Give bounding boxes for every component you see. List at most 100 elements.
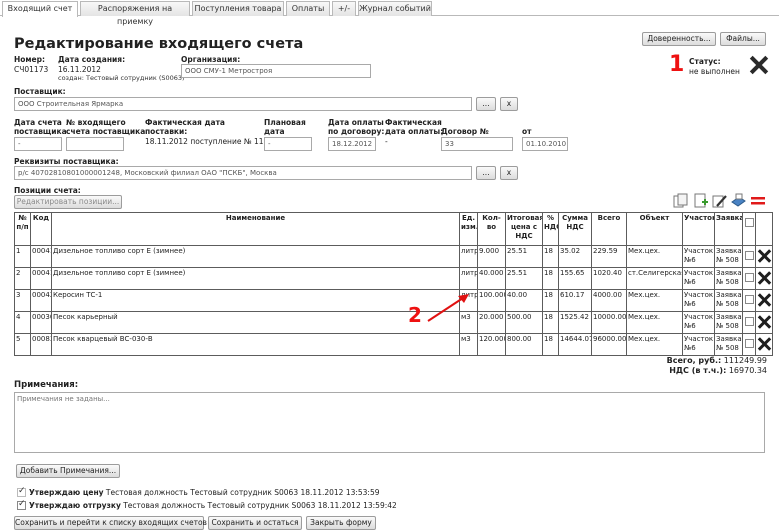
col-qty: Кол-во <box>477 212 506 246</box>
cell-request: Заявка № 508 <box>714 267 743 290</box>
table-row: 4 00030 Песок карьерный м3 20.000 500.00… <box>14 311 773 334</box>
edit-positions-button[interactable]: Редактировать позиции... <box>14 195 122 209</box>
cell-qty: 100.000 <box>477 289 506 312</box>
col-code: Код <box>30 212 52 246</box>
cell-num: 1 <box>14 245 31 268</box>
contract-pay-label: Дата оплаты по договору: <box>328 118 385 136</box>
positions-label: Позиции счета: <box>14 186 81 195</box>
cell-num: 3 <box>14 289 31 312</box>
delete-row-icon[interactable] <box>757 249 771 263</box>
requisites-field[interactable]: р/с 40702810801000001248, Московский фил… <box>14 166 472 180</box>
requisites-clear-button[interactable]: x <box>500 166 518 180</box>
cell-name: Керосин ТС-1 <box>51 289 460 312</box>
select-all-cell[interactable] <box>742 212 756 246</box>
cell-price: 800.00 <box>505 333 543 356</box>
status-value: не выполнен <box>689 67 740 76</box>
approve-price-checkbox[interactable] <box>17 486 26 497</box>
status-label: Статус: <box>689 57 721 66</box>
total-value: 111249.99 <box>723 356 767 365</box>
approve-shipment-title: Утверждаю отгрузку <box>29 501 121 510</box>
approve-price-text: Тестовая должность Тестовый сотрудник S0… <box>105 488 380 497</box>
supplier-clear-button[interactable]: x <box>500 97 518 111</box>
cell-request: Заявка № 508 <box>714 245 743 268</box>
tab-bar: Входящий счет Распоряжения на приемку По… <box>0 0 779 26</box>
invoice-no-field[interactable] <box>66 137 124 151</box>
cell-price: 500.00 <box>505 311 543 334</box>
invoice-date-field[interactable]: - <box>14 137 62 151</box>
row-checkbox[interactable] <box>744 317 754 326</box>
cell-vat-sum: 1525.42 <box>558 311 592 334</box>
add-document-icon[interactable] <box>693 193 709 209</box>
delete-row-icon[interactable] <box>757 293 771 307</box>
approve-shipment-line: Утверждаю отгрузку Тестовая должность Те… <box>29 501 397 510</box>
delete-row-icon[interactable] <box>757 337 771 351</box>
delete-row-icon[interactable] <box>757 271 771 285</box>
tab-receipt-orders[interactable]: Распоряжения на приемку <box>80 1 190 26</box>
cell-name: Песок карьерный <box>51 311 460 334</box>
tab-goods-receipts[interactable]: Поступления товара <box>192 1 284 16</box>
annotation-one: 1 <box>669 52 685 77</box>
contract-no-field[interactable]: 33 <box>441 137 513 151</box>
org-label: Организация: <box>181 55 241 64</box>
row-checkbox[interactable] <box>744 251 754 260</box>
tab-plus-minus[interactable]: +/- <box>332 1 356 16</box>
delete-row-icon[interactable] <box>757 315 771 329</box>
notes-textarea[interactable] <box>14 392 765 453</box>
cell-request: Заявка № 508 <box>714 311 743 334</box>
row-checkbox[interactable] <box>744 339 754 348</box>
supplier-field[interactable]: ООО Строительная Ярмарка <box>14 97 472 111</box>
print-icon[interactable] <box>730 193 746 209</box>
tab-event-log[interactable]: Журнал событий <box>358 1 432 16</box>
cell-qty: 120.000 <box>477 333 506 356</box>
edit-icon[interactable] <box>712 193 728 209</box>
delete-all-icon[interactable] <box>751 196 765 206</box>
row-checkbox[interactable] <box>744 295 754 304</box>
col-price: Итоговая цена с НДС <box>505 212 543 246</box>
copy-icon[interactable] <box>673 193 689 209</box>
cell-site: Участок №6 <box>682 267 715 290</box>
created-by: создан: Тестовый сотрудник (S0063) <box>58 74 185 82</box>
requisites-select-button[interactable]: ... <box>476 166 496 180</box>
planned-delivery-field[interactable]: - <box>264 137 312 151</box>
cell-vat-pct: 18 <box>542 289 559 312</box>
cell-vat-pct: 18 <box>542 311 559 334</box>
contract-no-label: Договор № <box>441 127 489 136</box>
save-and-exit-button[interactable]: Сохранить и перейти к списку входящих сч… <box>14 516 207 530</box>
positions-table: № п/п Код Наименование Ед. изм. Кол-во И… <box>14 212 773 356</box>
cell-request: Заявка № 508 <box>714 333 743 356</box>
col-total: Всего <box>591 212 627 246</box>
delete-invoice-icon[interactable] <box>750 56 768 74</box>
vat-value: 16970.34 <box>728 366 767 375</box>
col-site: Участок <box>682 212 715 246</box>
cell-object: Мех.цех. <box>626 333 683 356</box>
add-notes-button[interactable]: Добавить Примечания... <box>16 464 120 478</box>
save-and-stay-button[interactable]: Сохранить и остаться <box>208 516 302 530</box>
files-button[interactable]: Файлы... <box>720 32 766 46</box>
contract-pay-field[interactable]: 18.12.2012 <box>328 137 376 151</box>
contract-from-field[interactable]: 01.10.2010 <box>522 137 568 151</box>
row-checkbox[interactable] <box>744 273 754 282</box>
contract-from-label: от <box>522 127 532 136</box>
approve-shipment-checkbox[interactable] <box>17 499 26 510</box>
cell-name: Дизельное топливо сорт Е (зимнее) <box>51 267 460 290</box>
tab-incoming-invoice[interactable]: Входящий счет <box>2 1 78 17</box>
cell-vat-sum: 610.17 <box>558 289 592 312</box>
cell-code: 00083 <box>30 333 52 356</box>
cell-vat-pct: 18 <box>542 245 559 268</box>
actual-delivery-value: 18.11.2012 поступление № 1181 <box>145 137 274 146</box>
trust-button[interactable]: Доверенность... <box>642 32 716 46</box>
actual-delivery-label: Фактическая дата поставки: <box>145 118 225 136</box>
supplier-select-button[interactable]: ... <box>476 97 496 111</box>
select-all-checkbox[interactable] <box>744 218 754 227</box>
tab-payments[interactable]: Оплаты <box>286 1 330 16</box>
cell-total: 229.59 <box>591 245 627 268</box>
vat-label: НДС (в т.ч.): <box>669 366 727 375</box>
cell-num: 4 <box>14 311 31 334</box>
close-form-button[interactable]: Закрыть форму <box>306 516 376 530</box>
cell-site: Участок №6 <box>682 289 715 312</box>
org-field[interactable]: ООО СМУ-1 Метростроя <box>181 64 371 78</box>
cell-name: Песок кварцевый ВС-030-В <box>51 333 460 356</box>
approve-shipment-text: Тестовая должность Тестовый сотрудник S0… <box>123 501 397 510</box>
invoice-date-label: Дата счета поставщика <box>14 118 67 136</box>
cell-name: Дизельное топливо сорт Е (зимнее) <box>51 245 460 268</box>
